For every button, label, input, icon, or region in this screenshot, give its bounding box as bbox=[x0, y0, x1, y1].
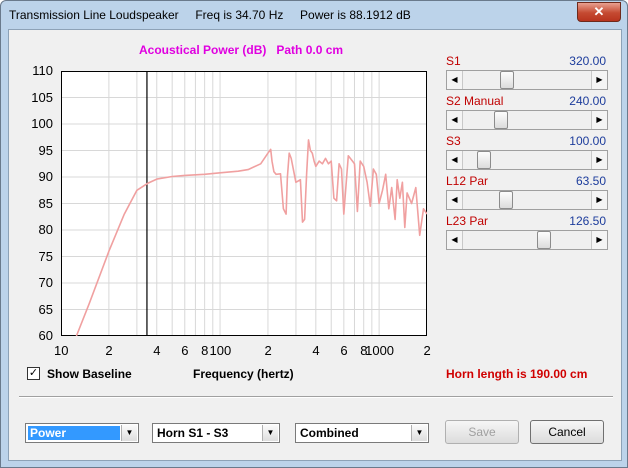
slider-label: L12 Par bbox=[446, 174, 489, 188]
arrow-right-icon[interactable]: ▶ bbox=[591, 111, 607, 129]
show-baseline-label[interactable]: Show Baseline bbox=[47, 367, 132, 381]
horn-section-select-value: Horn S1 - S3 bbox=[157, 426, 229, 440]
chevron-down-icon[interactable]: ▼ bbox=[121, 425, 137, 441]
slider-thumb[interactable] bbox=[477, 151, 492, 169]
y-tick-label: 90 bbox=[38, 169, 53, 184]
x-axis-label: Frequency (hertz) bbox=[193, 367, 294, 381]
x-tick-label: 2 bbox=[423, 343, 431, 358]
cancel-button[interactable]: Cancel bbox=[530, 420, 604, 444]
slider-label: L23 Par bbox=[446, 214, 489, 228]
y-tick-label: 60 bbox=[38, 328, 53, 343]
chevron-down-icon[interactable]: ▼ bbox=[262, 425, 278, 441]
chevron-down-icon[interactable]: ▼ bbox=[411, 425, 427, 441]
x-tick-label: 4 bbox=[153, 343, 161, 358]
arrow-right-icon[interactable]: ▶ bbox=[591, 231, 607, 249]
slider-track[interactable]: ◀ ▶ bbox=[446, 230, 608, 250]
arrow-left-icon[interactable]: ◀ bbox=[447, 111, 463, 129]
check-mark-icon: ✓ bbox=[28, 367, 39, 379]
y-tick-label: 110 bbox=[32, 63, 53, 78]
y-tick-label: 65 bbox=[38, 301, 53, 317]
y-tick-label: 85 bbox=[38, 195, 53, 211]
save-button[interactable]: Save bbox=[445, 420, 519, 444]
slider-value: 240.00 bbox=[569, 94, 606, 108]
slider-track[interactable]: ◀ ▶ bbox=[446, 150, 608, 170]
show-baseline-checkbox[interactable]: ✓ bbox=[27, 367, 40, 380]
slider-value: 126.50 bbox=[569, 214, 606, 228]
x-tick-label: 8 bbox=[201, 343, 209, 358]
arrow-left-icon[interactable]: ◀ bbox=[447, 231, 463, 249]
x-tick-label: 4 bbox=[312, 343, 320, 358]
y-tick-label: 80 bbox=[38, 222, 53, 237]
y-tick-label: 100 bbox=[31, 116, 53, 131]
slider-thumb[interactable] bbox=[499, 191, 514, 209]
slider-label: S1 bbox=[446, 54, 461, 68]
horn-section-select[interactable]: Horn S1 - S3 ▼ bbox=[152, 423, 280, 443]
slider-thumb[interactable] bbox=[537, 231, 552, 249]
x-tick-label: 2 bbox=[264, 343, 272, 358]
slider-thumb[interactable] bbox=[494, 111, 509, 129]
horn-length-text: Horn length is 190.00 cm bbox=[446, 367, 588, 381]
view-select-value: Power bbox=[28, 426, 120, 440]
y-tick-label: 95 bbox=[38, 142, 53, 158]
window-title: Transmission Line Loudspeaker Freq is 34… bbox=[9, 8, 411, 22]
slider-value: 63.50 bbox=[575, 174, 606, 188]
x-tick-label: 6 bbox=[181, 343, 189, 358]
arrow-right-icon[interactable]: ▶ bbox=[591, 191, 607, 209]
separator-line bbox=[19, 396, 613, 398]
dialog-client-area: Acoustical Power (dB) Path 0.0 cm 110 105… bbox=[8, 29, 622, 461]
slider-thumb[interactable] bbox=[500, 71, 515, 89]
arrow-left-icon[interactable]: ◀ bbox=[447, 71, 463, 89]
x-tick-label: 6 bbox=[340, 343, 348, 358]
power-response-chart bbox=[61, 71, 427, 336]
x-tick-label: 10 bbox=[54, 343, 69, 358]
close-button[interactable]: ✕ bbox=[577, 2, 621, 22]
close-icon: ✕ bbox=[593, 4, 605, 19]
arrow-left-icon[interactable]: ◀ bbox=[447, 191, 463, 209]
view-select[interactable]: Power ▼ bbox=[25, 423, 139, 443]
x-tick-label: 2 bbox=[105, 343, 113, 358]
title-bar: Transmission Line Loudspeaker Freq is 34… bbox=[1, 1, 627, 29]
slider-value: 320.00 bbox=[569, 54, 606, 68]
slider-label: S3 bbox=[446, 134, 461, 148]
slider-value: 100.00 bbox=[569, 134, 606, 148]
arrow-right-icon[interactable]: ▶ bbox=[591, 71, 607, 89]
app-window: Transmission Line Loudspeaker Freq is 34… bbox=[0, 0, 628, 468]
combine-mode-select[interactable]: Combined ▼ bbox=[295, 423, 429, 443]
y-tick-label: 75 bbox=[38, 248, 53, 264]
chart-title: Acoustical Power (dB) Path 0.0 cm bbox=[139, 43, 344, 57]
x-tick-label: 1000 bbox=[365, 343, 395, 358]
slider-label: S2 Manual bbox=[446, 94, 504, 108]
slider-track[interactable]: ◀ ▶ bbox=[446, 110, 608, 130]
arrow-left-icon[interactable]: ◀ bbox=[447, 151, 463, 169]
slider-track[interactable]: ◀ ▶ bbox=[446, 70, 608, 90]
combine-mode-select-value: Combined bbox=[300, 426, 359, 440]
slider-track[interactable]: ◀ ▶ bbox=[446, 190, 608, 210]
y-tick-label: 70 bbox=[38, 275, 53, 290]
y-tick-label: 105 bbox=[31, 89, 53, 105]
x-tick-label: 100 bbox=[209, 343, 232, 358]
arrow-right-icon[interactable]: ▶ bbox=[591, 151, 607, 169]
